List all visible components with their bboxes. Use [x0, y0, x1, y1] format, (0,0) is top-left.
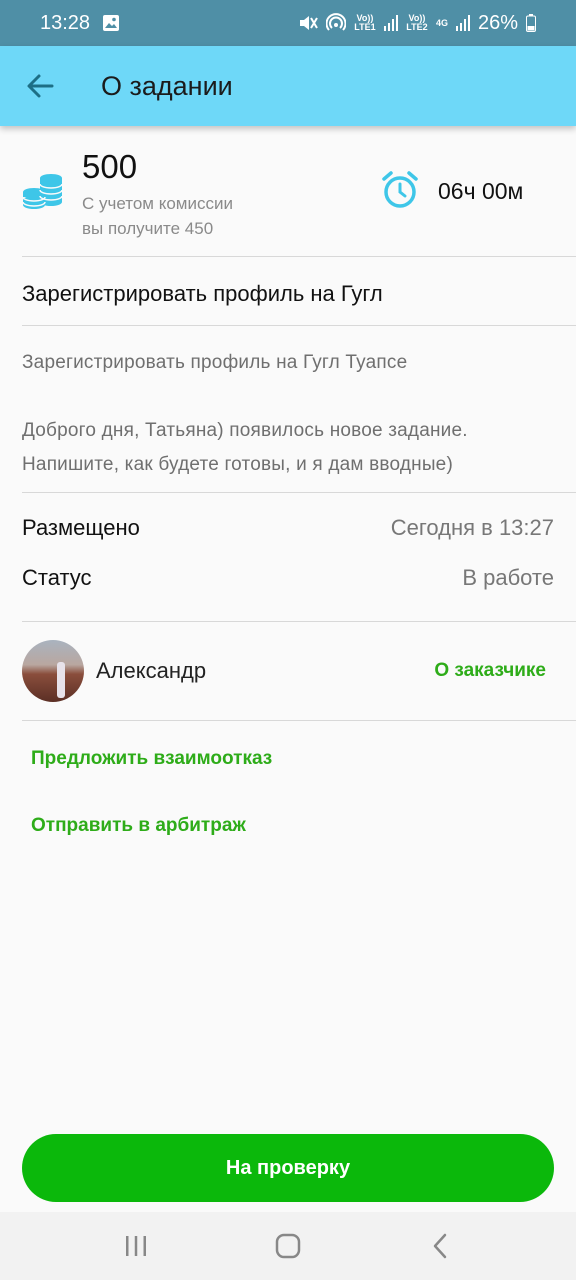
app-bar: О задании — [0, 46, 576, 126]
status-bar-left: 13:28 — [40, 12, 120, 35]
task-description: Зарегистрировать профиль на Гугл Туапсе … — [0, 326, 576, 492]
status-time: 13:28 — [40, 11, 91, 34]
hotspot-icon — [325, 13, 346, 33]
propose-mutual-refusal-link[interactable]: Предложить взаимоотказ — [0, 748, 272, 770]
commission-line-2: вы получите 450 — [82, 219, 214, 238]
task-details: 500 С учетом комиссии вы получите 450 06… — [0, 126, 576, 721]
description-line-3: Напишите, как будете готовы, и я дам вво… — [22, 454, 453, 475]
posted-label: Размещено — [22, 515, 140, 540]
divider — [22, 720, 576, 721]
alarm-clock-icon — [380, 170, 420, 215]
home-icon — [275, 1233, 301, 1259]
customer-name: Александр — [96, 658, 207, 683]
image-notification-icon — [102, 14, 120, 32]
back-arrow-icon — [27, 74, 54, 98]
page-title: О задании — [101, 70, 233, 101]
signal-icon-1 — [383, 15, 398, 31]
recent-apps-icon — [126, 1236, 146, 1256]
info-section: Размещено Сегодня в 13:27 Статус В работ… — [0, 503, 576, 621]
avatar[interactable] — [22, 640, 84, 702]
description-line-2: Доброго дня, Татьяна) появилось новое за… — [22, 420, 468, 441]
about-customer-link[interactable]: О заказчике — [434, 660, 546, 682]
time-left: 06ч 00м — [438, 178, 524, 204]
status-value: В работе — [462, 565, 554, 590]
system-navigation-bar — [0, 1212, 576, 1280]
chevron-left-icon — [433, 1233, 447, 1259]
signal-icon-2 — [455, 15, 470, 31]
coins-icon — [22, 170, 64, 215]
volte1-label: Vo)) LTE1 — [354, 13, 376, 32]
recent-apps-button[interactable] — [96, 1216, 176, 1276]
posted-value: Сегодня в 13:27 — [390, 515, 554, 540]
volte2-label: Vo)) LTE2 — [406, 13, 428, 32]
commission-note: С учетом комиссии вы получите 450 — [82, 191, 302, 241]
commission-line-1: С учетом комиссии — [82, 194, 233, 213]
status-label: Статус — [22, 565, 92, 590]
submit-for-review-button[interactable]: На проверку — [22, 1134, 554, 1202]
status-bar-right: Vo)) LTE1 Vo)) LTE2 4G 26% — [298, 12, 536, 35]
divider — [22, 492, 576, 493]
task-price: 500 — [82, 148, 138, 185]
price-section: 500 С учетом комиссии вы получите 450 06… — [0, 126, 576, 256]
status-bar: 13:28 Vo)) LTE1 Vo)) LTE2 4G 26% — [0, 0, 576, 46]
home-button[interactable] — [248, 1216, 328, 1276]
task-title: Зарегистрировать профиль на Гугл — [22, 281, 383, 306]
network-type-label: 4G — [435, 17, 448, 28]
customer-row: Александр О заказчике — [0, 622, 576, 720]
description-line-1: Зарегистрировать профиль на Гугл Туапсе — [22, 352, 408, 373]
battery-percent: 26% — [477, 11, 518, 34]
send-to-arbitration-link[interactable]: Отправить в арбитраж — [0, 815, 246, 837]
back-button[interactable] — [0, 46, 80, 126]
posted-row: Размещено Сегодня в 13:27 — [22, 503, 554, 553]
system-back-button[interactable] — [400, 1216, 480, 1276]
mute-icon — [298, 14, 318, 32]
status-row: Статус В работе — [22, 553, 554, 603]
battery-icon — [526, 14, 536, 32]
